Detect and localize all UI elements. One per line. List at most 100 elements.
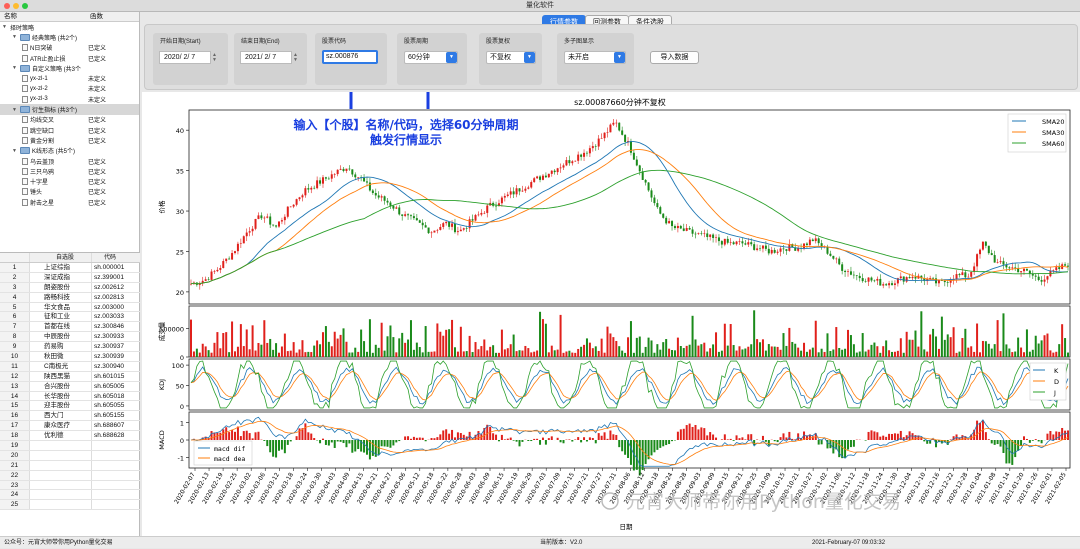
maximize-icon[interactable] [22,3,28,9]
tree-node-state: 已定义 [88,115,106,124]
expand-icon[interactable]: ▼ [12,107,18,113]
table-row[interactable]: 2深证成指sz.399001 [0,273,140,283]
table-row[interactable]: 18优利德sh.688628 [0,431,140,441]
table-row[interactable]: 10秋田微sz.300939 [0,352,140,362]
tree-node[interactable]: yx-zl-2未定义 [0,84,139,94]
tree-node[interactable]: N日突破已定义 [0,43,139,53]
adjust-select[interactable]: 不复权▼ [486,51,536,64]
tree-node-name: 三只乌鸦 [0,167,54,176]
tree-node[interactable]: ATR止盈止损已定义 [0,53,139,63]
macd-bar [750,434,752,440]
expand-icon[interactable]: ▼ [12,148,18,154]
window-controls[interactable] [4,3,28,9]
table-row[interactable]: 21 [0,461,140,471]
stock-code-input[interactable]: sz.000876 [322,50,378,64]
stepper-icon[interactable]: ▲▼ [212,53,218,63]
macd-bar [589,437,591,440]
tree-node[interactable]: ▼经典策略 (共2个) [0,32,139,42]
volume-bar [492,345,494,357]
macd-bar [510,438,512,440]
candle-body [527,187,529,188]
tree-node[interactable]: yx-zl-1未定义 [0,73,139,83]
table-row[interactable]: 25 [0,500,140,510]
volume-bar [536,350,538,357]
expand-icon[interactable]: ▼ [12,34,18,40]
chevron-down-icon[interactable]: ▼ [446,52,457,63]
close-icon[interactable] [4,3,10,9]
table-row[interactable]: 15迎丰股份sh.605055 [0,401,140,411]
candle-body [692,229,694,233]
table-row[interactable]: 11C南极光sz.300940 [0,362,140,372]
table-row[interactable]: 4路畅科技sz.002813 [0,293,140,303]
candle-body [604,133,606,138]
macd-bar [586,440,588,441]
tree-node[interactable]: ▼K线形态 (共5个) [0,146,139,156]
stock-table[interactable]: 自选股 代码 1上证综指sh.0000012深证成指sz.3990013朗姿股份… [0,252,140,510]
expand-icon[interactable]: ▼ [12,65,18,71]
chevron-down-icon[interactable]: ▼ [614,52,625,63]
table-row[interactable]: 17康众医疗sh.688607 [0,421,140,431]
candle-body [967,277,969,278]
tree-node-label: 乌云盖顶 [30,157,54,166]
candle-body [1035,276,1037,277]
macd-bar [700,427,702,440]
table-row[interactable]: 8中辰股份sz.300933 [0,332,140,342]
table-row[interactable]: 14长华股份sh.605018 [0,392,140,402]
import-data-button[interactable]: 导入数据 [650,51,699,64]
table-row[interactable]: 9药易购sz.300937 [0,342,140,352]
table-row[interactable]: 5华文食品sz.003000 [0,303,140,313]
table-row[interactable]: 7首都在线sz.300846 [0,322,140,332]
period-select[interactable]: 60分钟▼ [404,51,458,64]
table-row[interactable]: 6征和工业sz.003033 [0,312,140,322]
tree-node[interactable]: 射击之星已定义 [0,197,139,207]
stepper-icon[interactable]: ▲▼ [293,53,299,63]
tree-node[interactable]: ▼择时策略 [0,22,139,32]
subchart-select[interactable]: 未开启▼ [564,51,626,64]
volume-bar [275,343,277,357]
table-row[interactable]: 19 [0,441,140,451]
volume-bar [803,343,805,357]
macd-bar [768,440,770,446]
volume-bar [231,321,233,357]
volume-bar [941,317,943,357]
macd-bar [985,432,987,440]
tree-node[interactable]: ▼自定义策略 (共3个 [0,63,139,73]
tree-node[interactable]: 三只乌鸦已定义 [0,166,139,176]
volume-bar [322,332,324,357]
start-date-field[interactable]: 2020/ 2/ 7▲▼ [159,51,211,64]
table-row[interactable]: 16西大门sh.605155 [0,411,140,421]
candle-body [1038,277,1040,280]
sma-line-sma30 [191,150,1068,284]
table-row[interactable]: 24 [0,490,140,500]
expand-icon[interactable]: ▼ [2,24,8,30]
macd-bar [331,440,333,442]
table-row[interactable]: 13合兴股份sh.605005 [0,382,140,392]
tree-node[interactable]: yx-zl-3未定义 [0,94,139,104]
volume-bar [595,346,597,357]
candle-body [539,176,541,179]
end-date-field[interactable]: 2021/ 2/ 7▲▼ [240,51,292,64]
tree-node[interactable]: 黄金分割已定义 [0,135,139,145]
chevron-down-icon[interactable]: ▼ [524,52,535,63]
table-row[interactable]: 3朗姿股份sz.002612 [0,283,140,293]
tree-node[interactable]: 均线交叉已定义 [0,115,139,125]
macd-bar [1032,440,1034,441]
candle-body [301,195,303,197]
tree-node[interactable]: 乌云盖顶已定义 [0,156,139,166]
table-row[interactable]: 22 [0,471,140,481]
volume-bar [489,347,491,357]
tree-node-name: yx-zl-2 [0,85,48,92]
candle-body [891,283,893,285]
table-row[interactable]: 1上证综指sh.000001 [0,263,140,273]
tree-node[interactable]: 锤头已定义 [0,187,139,197]
tree-node[interactable]: ▼衍生指标 (共3个) [0,104,139,114]
tree-node[interactable]: 跳空缺口已定义 [0,125,139,135]
table-row[interactable]: 12陕西黑猫sh.601015 [0,372,140,382]
minimize-icon[interactable] [13,3,19,9]
strategy-tree[interactable]: ▼择时策略▼经典策略 (共2个)N日突破已定义ATR止盈止损已定义▼自定义策略 … [0,22,139,237]
tree-node-state: 未定义 [88,95,106,104]
table-row[interactable]: 20 [0,451,140,461]
tree-node[interactable]: 十字星已定义 [0,176,139,186]
table-row[interactable]: 23 [0,481,140,491]
macd-bar [219,433,221,440]
